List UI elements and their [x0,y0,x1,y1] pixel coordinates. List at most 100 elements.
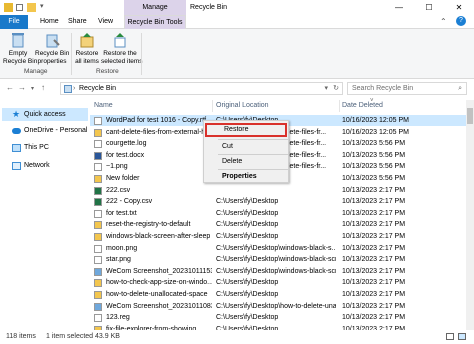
tab-file[interactable]: File [0,15,28,29]
file-icon [94,163,102,172]
empty-recycle-bin-label: Empty Recycle Bin [3,50,38,65]
table-row[interactable]: WeCom Screenshot_202310111534... C:\Users… [90,266,466,277]
search-placeholder: Search Recycle Bin [352,85,414,92]
help-icon[interactable]: ? [456,16,466,26]
tab-share[interactable]: Share [62,15,93,29]
ribbon-tabs: File Home Share View Recycle Bin Tools ⌃… [0,15,474,29]
file-name: cant-delete-files-from-external-ha... [106,128,212,136]
star-icon: ★ [12,109,21,119]
search-input[interactable]: Search Recycle Bin ⌕ [347,82,467,95]
context-menu-restore[interactable]: Restore [205,123,287,137]
file-icon [94,209,102,218]
properties-icon[interactable] [16,4,23,11]
forward-arrow-icon[interactable]: → [18,83,26,92]
date-deleted: 10/13/2023 5:56 PM [342,151,406,159]
details-view-icon[interactable] [446,333,454,340]
empty-recycle-bin-button[interactable]: Empty Recycle Bin [3,32,38,66]
address-dropdown-icon[interactable]: ▾ [324,83,328,94]
column-header-name[interactable]: Name [94,100,113,112]
scrollbar-thumb[interactable] [467,108,473,124]
file-name: 222.csv [106,186,131,194]
maximize-button[interactable]: ☐ [414,0,444,15]
qat-dropdown-icon[interactable]: ▾ [40,2,44,10]
file-name: windows-black-screen-after-sleep [106,233,211,240]
file-icon [94,151,102,160]
table-row[interactable]: how-to-delete-unallocated-space C:\Users\… [90,289,466,300]
nav-item-this-pc[interactable]: This PC [2,141,88,154]
nav-item-quick-access[interactable]: ★ Quick access [2,108,88,121]
file-name: moon.png [106,244,138,252]
column-separator[interactable] [212,100,213,112]
folder-icon [94,279,102,288]
window-title: Recycle Bin [190,4,227,11]
date-deleted: 10/13/2023 2:17 PM [342,198,406,206]
sort-indicator-icon: ˅ [370,98,374,104]
close-button[interactable]: ✕ [444,0,474,15]
tab-view[interactable]: View [92,15,119,29]
table-row[interactable]: reset-the-registry-to-default C:\Users\fy… [90,219,466,230]
address-bar-row: ← → ▾ ↑ › Recycle Bin ▾ ↻ Search Recycle… [0,80,474,97]
restore-selected-items-button[interactable]: Restore the selected items [101,32,143,66]
tab-recycle-bin-tools[interactable]: Recycle Bin Tools [124,15,186,29]
window-controls: — ☐ ✕ [384,0,474,15]
recycle-bin-properties-button[interactable]: Recycle Bin properties [35,32,69,66]
table-row[interactable]: windows-black-screen-after-sleep C:\Users… [90,231,466,242]
table-row[interactable]: for test.txt C:\Users\fy\Desktop 10/13/202… [90,208,466,219]
restore-all-items-label: Restore all items [75,50,99,65]
folder-icon [94,291,102,299]
date-deleted: 10/13/2023 2:17 PM [342,291,406,298]
column-header-original-location[interactable]: Original Location [216,100,269,112]
nav-label: Quick access [24,111,66,118]
nav-item-network[interactable]: Network [2,159,88,172]
table-row[interactable]: WeCom Screenshot_20231011083... C:\Users\… [90,301,466,312]
selection-info: 1 item selected 43.9 KB [46,333,120,340]
table-row[interactable]: star.png C:\Users\fy\Desktop\windows-blac… [90,254,466,265]
table-row[interactable]: 222.csv 10/13/2023 2:17 PM [90,185,466,196]
group-restore-label: Restore [96,68,119,75]
context-menu-cut[interactable]: Cut [205,140,287,153]
vertical-scrollbar[interactable] [466,100,474,330]
ribbon-separator [141,33,142,75]
recent-locations-icon[interactable]: ▾ [31,85,34,92]
minimize-button[interactable]: — [384,0,414,15]
cloud-icon [12,128,21,134]
manage-context-tab[interactable]: Manage [124,0,186,15]
table-row[interactable]: 123.reg C:\Users\fy\Desktop 10/13/2023 2:1… [90,312,466,323]
date-deleted: 10/13/2023 2:17 PM [342,267,406,275]
file-icon [94,256,102,265]
network-icon [12,162,21,170]
new-folder-icon[interactable] [27,3,36,12]
context-menu-delete[interactable]: Delete [205,155,287,168]
file-icon [94,267,102,276]
collapse-ribbon-icon[interactable]: ⌃ [440,17,447,26]
file-name: 123.reg [106,314,130,322]
original-location: C:\Users\fy\Desktop [216,291,279,298]
back-arrow-icon[interactable]: ← [6,83,14,92]
nav-label: OneDrive - Personal [24,127,88,134]
tab-home[interactable]: Home [34,15,65,29]
table-row[interactable]: 222 - Copy.csv C:\Users\fy\Desktop 10/13/2… [90,196,466,207]
date-deleted: 10/13/2023 2:17 PM [342,314,406,322]
date-deleted: 10/13/2023 2:17 PM [342,279,406,287]
original-location: C:\Users\fy\Desktop [216,221,279,229]
recycle-bin-icon [64,85,72,93]
up-arrow-icon[interactable]: ↑ [41,83,45,92]
restore-all-items-button[interactable]: Restore all items [74,32,100,66]
address-field[interactable]: › Recycle Bin ▾ ↻ [60,82,343,95]
column-header-date-deleted[interactable]: Date Deleted [342,100,383,112]
nav-item-onedrive[interactable]: OneDrive - Personal [2,124,88,137]
table-row[interactable]: how-to-check-app-size-on-windo... C:\User… [90,277,466,288]
column-separator[interactable] [339,100,340,112]
table-row[interactable]: moon.png C:\Users\fy\Desktop\windows-blac… [90,243,466,254]
file-icon [94,186,102,195]
file-name: ~1.png [106,163,128,171]
file-name: WeCom Screenshot_202310111534... [106,267,212,275]
date-deleted: 10/13/2023 2:17 PM [342,244,406,252]
file-name: for test.docx [106,151,145,159]
restore-selected-items-label: Restore the selected items [101,50,143,65]
file-icon [94,302,102,311]
large-icons-view-icon[interactable] [458,333,466,340]
context-menu-properties[interactable]: Properties [205,170,287,183]
breadcrumb-chevron-icon: › [73,85,76,92]
refresh-icon[interactable]: ↻ [333,83,339,94]
